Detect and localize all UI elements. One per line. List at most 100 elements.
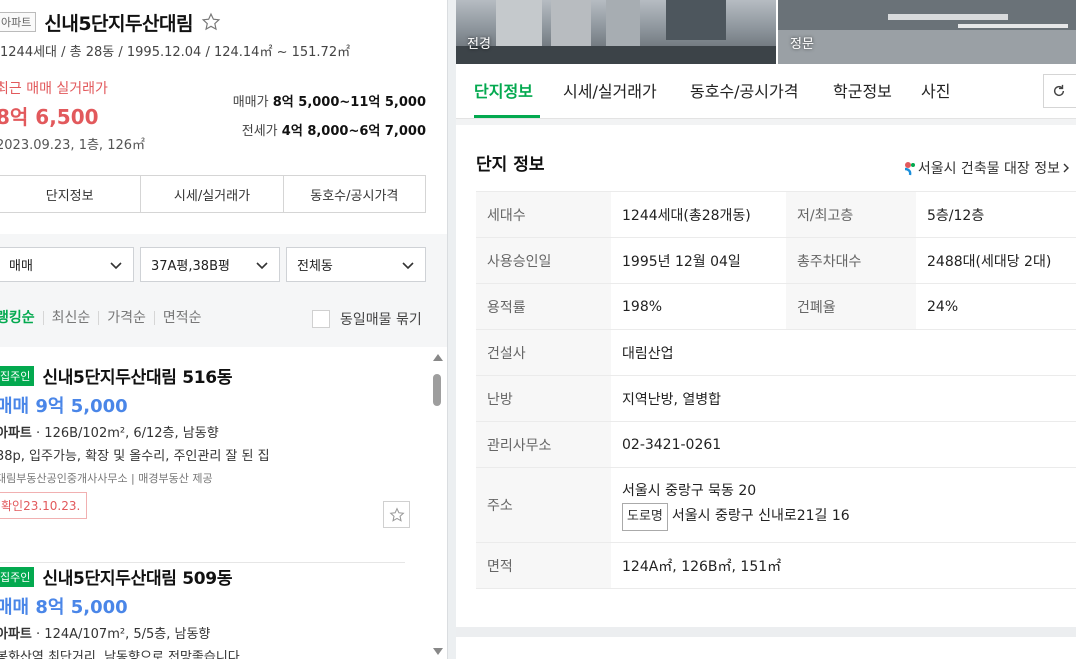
subtab-complex-info[interactable]: 단지정보 bbox=[0, 176, 142, 212]
trade-type-value: 매매 bbox=[9, 259, 33, 274]
owner-badge: 집주인 bbox=[0, 365, 35, 386]
listing-spec: 아파트 · 126B/102m², 6/12층, 남동향 bbox=[0, 422, 410, 441]
jeonse-price-value: 4억 8,000~6억 7,000 bbox=[281, 124, 426, 139]
listing-item[interactable]: 집주인 신내5단지두산대림 516동 매매 9억 5,000 아파트 · 126B… bbox=[0, 363, 410, 563]
info-value: 대림산업 bbox=[611, 329, 1076, 376]
table-row: 관리사무소 02-3421-0261 bbox=[476, 421, 1076, 468]
listing-title[interactable]: 신내5단지두산대림 516동 bbox=[42, 368, 232, 388]
scroll-thumb[interactable] bbox=[433, 374, 441, 406]
recent-trade-price: 8억 6,500 bbox=[0, 105, 99, 129]
info-value: 124A㎡, 126B㎡, 151㎡ bbox=[611, 542, 1076, 589]
subtab-price-trades[interactable]: 시세/실거래가 bbox=[141, 176, 284, 212]
info-value: 24% bbox=[916, 283, 1076, 330]
building-select[interactable]: 전체동 bbox=[286, 247, 426, 282]
info-value: 198% bbox=[611, 283, 786, 330]
merge-checkbox[interactable] bbox=[312, 310, 330, 328]
jeonse-price-range: 전세가 4억 8,000~6억 7,000 bbox=[242, 120, 426, 139]
area-select[interactable]: 37A평,38B평 bbox=[140, 247, 280, 282]
section-title: 단지 정보 bbox=[476, 155, 545, 175]
complex-summary-panel: 아파트 신내5단지두산대림 1244세대 / 총 28동 / 1995.12.0… bbox=[0, 0, 447, 659]
table-row: 난방 지역난방, 열병합 bbox=[476, 375, 1076, 422]
sale-price-range: 매매가 8억 5,000~11억 5,000 bbox=[233, 91, 426, 110]
listing-spec-detail: 126B/102m², 6/12층, 남동향 bbox=[44, 426, 219, 441]
complex-summary: 1244세대 / 총 28동 / 1995.12.04 / 124.14㎡ ~ … bbox=[0, 45, 351, 60]
chevron-down-icon bbox=[256, 261, 268, 269]
recent-trade-meta: 2023.09.23, 1층, 126㎡ bbox=[0, 138, 146, 153]
table-row: 세대수 1244세대(총28개동) 저/최고층 5층/12층 bbox=[476, 191, 1076, 238]
item-divider bbox=[0, 562, 405, 563]
complex-info-table: 세대수 1244세대(총28개동) 저/최고층 5층/12층 사용승인일 199… bbox=[476, 191, 1076, 589]
title-row: 아파트 신내5단지두산대림 bbox=[0, 8, 221, 36]
complex-detail-panel: 전경 정문 단지정보 시세/실거래가 동호수/공시가격 학군정보 사진 단지 정… bbox=[456, 0, 1076, 659]
tab-school[interactable]: 학군정보 bbox=[833, 78, 892, 102]
listing-item[interactable]: 집주인 신내5단지두산대림 509동 매매 8억 5,000 아파트 · 124A… bbox=[0, 564, 410, 659]
section-gap bbox=[456, 119, 1076, 125]
info-value: 02-3421-0261 bbox=[611, 421, 1076, 468]
listing-price: 매매 8억 5,000 bbox=[0, 597, 128, 618]
area-value: 37A평,38B평 bbox=[151, 259, 230, 274]
listing-title[interactable]: 신내5단지두산대림 509동 bbox=[42, 569, 232, 589]
complex-title: 신내5단지두산대림 bbox=[44, 12, 193, 35]
listing-agent: 대림부동산공인중개사사무소 | 매경부동산 제공 bbox=[0, 472, 213, 485]
refresh-icon bbox=[1053, 84, 1065, 97]
photo-main-gate[interactable]: 정문 bbox=[778, 0, 1076, 64]
photo-label-front: 전경 bbox=[467, 37, 491, 52]
listing-list: 집주인 신내5단지두산대림 516동 매매 9억 5,000 아파트 · 126B… bbox=[0, 347, 447, 659]
tab-unit-official[interactable]: 동호수/공시가격 bbox=[690, 78, 798, 102]
sort-area[interactable]: 면적순 bbox=[153, 311, 210, 325]
info-value: 2488대(세대당 2대) bbox=[916, 237, 1076, 284]
address-cell: 서울시 중랑구 묵동 20 도로명 서울시 중랑구 신내로21길 16 bbox=[611, 467, 1076, 543]
photo-front-view[interactable]: 전경 bbox=[456, 0, 776, 64]
info-key: 난방 bbox=[476, 375, 611, 422]
filter-row: 매매 37A평,38B평 전체동 bbox=[0, 247, 426, 282]
building-value: 전체동 bbox=[297, 259, 333, 274]
photo-label-gate: 정문 bbox=[790, 37, 814, 52]
panel-divider[interactable] bbox=[447, 0, 456, 659]
scroll-down-arrow-icon[interactable] bbox=[433, 648, 443, 655]
info-key: 총주차대수 bbox=[786, 237, 916, 284]
seoul-logo-icon bbox=[904, 162, 915, 176]
detail-tabs: 단지정보 시세/실거래가 동호수/공시가격 학군정보 사진 bbox=[456, 64, 1076, 119]
same-listing-merge[interactable]: 동일매물 묶기 bbox=[312, 309, 422, 329]
sort-price[interactable]: 가격순 bbox=[98, 311, 154, 325]
info-key: 세대수 bbox=[476, 191, 611, 238]
listing-spec: 아파트 · 124A/107m², 5/5층, 남동향 bbox=[0, 623, 410, 642]
building-register-link[interactable]: 서울시 건축물 대장 정보 bbox=[902, 158, 1072, 178]
table-row: 용적률 198% 건폐율 24% bbox=[476, 283, 1076, 330]
listing-description: 봉화산역 최단거리, 남동향으로 전망좋습니다 bbox=[0, 650, 240, 659]
recent-trade-label: 최근 매매 실거래가 bbox=[0, 81, 108, 97]
summary-tabs: 단지정보 시세/실거래가 동호수/공시가격 bbox=[0, 175, 426, 213]
sort-latest[interactable]: 최신순 bbox=[42, 311, 99, 325]
info-key: 관리사무소 bbox=[476, 421, 611, 468]
list-scrollbar[interactable] bbox=[430, 352, 444, 659]
info-key: 주소 bbox=[476, 467, 611, 543]
table-row: 건설사 대림산업 bbox=[476, 329, 1076, 376]
tab-price-trades[interactable]: 시세/실거래가 bbox=[563, 78, 657, 102]
info-value: 지역난방, 열병합 bbox=[611, 375, 1076, 422]
listing-favorite-button[interactable] bbox=[383, 501, 410, 528]
confirm-date-badge: 확인23.10.23. bbox=[0, 492, 88, 519]
chevron-down-icon bbox=[110, 261, 122, 269]
tab-photos[interactable]: 사진 bbox=[921, 78, 950, 102]
listing-description: 38p, 입주가능, 확장 및 올수리, 주인관리 잘 된 집 bbox=[0, 449, 270, 464]
active-tab-indicator bbox=[474, 115, 540, 118]
sale-price-label: 매매가 bbox=[232, 95, 269, 110]
info-key: 용적률 bbox=[476, 283, 611, 330]
favorite-star-icon[interactable] bbox=[201, 12, 221, 32]
listing-type: 아파트 bbox=[0, 426, 32, 441]
sort-ranking[interactable]: 랭킹순 bbox=[0, 311, 43, 325]
subtab-unit-official[interactable]: 동호수/공시가격 bbox=[284, 176, 425, 212]
scroll-up-arrow-icon[interactable] bbox=[433, 354, 443, 361]
info-value: 5층/12층 bbox=[916, 191, 1076, 238]
building-register-label: 서울시 건축물 대장 정보 bbox=[917, 161, 1060, 177]
tab-complex-info[interactable]: 단지정보 bbox=[474, 78, 533, 102]
trade-type-select[interactable]: 매매 bbox=[0, 247, 134, 282]
sort-options: 랭킹순 최신순 가격순 면적순 bbox=[0, 311, 210, 325]
refresh-button[interactable] bbox=[1043, 74, 1076, 108]
table-row: 사용승인일 1995년 12월 04일 총주차대수 2488대(세대당 2대) bbox=[476, 237, 1076, 284]
info-key: 면적 bbox=[476, 542, 611, 589]
listing-price: 매매 9억 5,000 bbox=[0, 396, 128, 417]
chevron-down-icon bbox=[402, 261, 414, 269]
table-row: 주소 서울시 중랑구 묵동 20 도로명 서울시 중랑구 신내로21길 16 bbox=[476, 467, 1076, 543]
lot-address: 서울시 중랑구 묵동 20 bbox=[622, 483, 757, 499]
